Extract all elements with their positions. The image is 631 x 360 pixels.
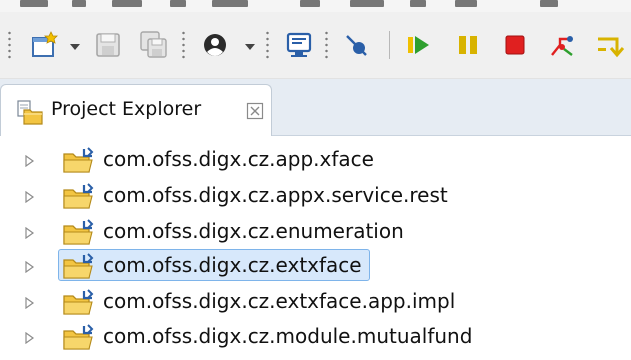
java-project-folder-icon — [63, 253, 94, 279]
suspend-icon — [459, 36, 477, 54]
save-button[interactable] — [88, 25, 128, 65]
toolbar-grip[interactable] — [325, 30, 328, 60]
tree-item-label: com.ofss.digx.cz.app.xface — [103, 147, 374, 171]
toolbar-separator — [389, 31, 390, 59]
step-into-button[interactable] — [590, 25, 630, 65]
resume-icon — [408, 36, 429, 54]
java-project-folder-icon — [63, 183, 94, 209]
profile-icon — [204, 34, 226, 56]
save-all-button[interactable] — [134, 25, 174, 65]
tree-item-selected[interactable]: com.ofss.digx.cz.extxface — [0, 249, 631, 283]
terminate-icon — [505, 35, 525, 55]
tree-item-label: com.ofss.digx.cz.enumeration — [103, 219, 404, 243]
resume-button[interactable] — [398, 25, 438, 65]
expand-arrow-icon[interactable] — [25, 191, 35, 203]
project-explorer-icon — [17, 99, 43, 129]
tree-item-label: com.ofss.digx.cz.extxface.app.impl — [103, 289, 456, 313]
view-tab-bar: Project Explorer — [0, 79, 631, 136]
tree-item[interactable]: com.ofss.digx.cz.module.mutualfund — [0, 320, 631, 354]
java-project-folder-icon — [63, 147, 94, 173]
main-toolbar — [0, 12, 631, 79]
disconnect-icon — [551, 36, 573, 56]
profile-dropdown-icon[interactable] — [245, 44, 255, 50]
toolbar-grip[interactable] — [8, 30, 11, 60]
terminate-button[interactable] — [495, 25, 535, 65]
toolbar-grip[interactable] — [266, 30, 269, 60]
skip-breakpoints-icon — [346, 35, 367, 56]
new-wizard-icon — [32, 31, 58, 57]
window-title-strip — [0, 0, 631, 12]
profile-button[interactable] — [195, 25, 235, 65]
expand-arrow-icon[interactable] — [25, 261, 35, 273]
expand-arrow-icon[interactable] — [25, 155, 35, 167]
tree-item[interactable]: com.ofss.digx.cz.enumeration — [0, 215, 631, 249]
save-icon — [96, 33, 120, 57]
tree-item[interactable]: com.ofss.digx.cz.appx.service.rest — [0, 179, 631, 213]
expand-arrow-icon[interactable] — [25, 332, 35, 344]
toolbar-grip[interactable] — [182, 30, 185, 60]
tab-label: Project Explorer — [51, 98, 202, 120]
save-all-icon — [140, 31, 167, 58]
expand-arrow-icon[interactable] — [25, 297, 35, 309]
console-icon — [286, 32, 312, 57]
new-wizard-button[interactable] — [24, 25, 64, 65]
new-wizard-dropdown-icon[interactable] — [70, 44, 80, 50]
tree-item-label: com.ofss.digx.cz.appx.service.rest — [103, 183, 448, 207]
java-project-folder-icon — [63, 289, 94, 315]
step-into-icon — [598, 37, 625, 58]
console-button[interactable] — [279, 25, 319, 65]
tab-project-explorer[interactable]: Project Explorer — [0, 84, 272, 136]
skip-breakpoints-button[interactable] — [336, 25, 376, 65]
disconnect-button[interactable] — [542, 25, 582, 65]
tree-item-label: com.ofss.digx.cz.module.mutualfund — [103, 324, 473, 348]
java-project-folder-icon — [63, 324, 94, 350]
tree-item[interactable]: com.ofss.digx.cz.extxface.app.impl — [0, 285, 631, 319]
expand-arrow-icon[interactable] — [25, 227, 35, 239]
java-project-folder-icon — [63, 219, 94, 245]
close-icon[interactable] — [246, 102, 264, 124]
suspend-button[interactable] — [448, 25, 488, 65]
tree-item[interactable]: com.ofss.digx.cz.app.xface — [0, 143, 631, 177]
tree-item-label: com.ofss.digx.cz.extxface — [103, 253, 362, 277]
